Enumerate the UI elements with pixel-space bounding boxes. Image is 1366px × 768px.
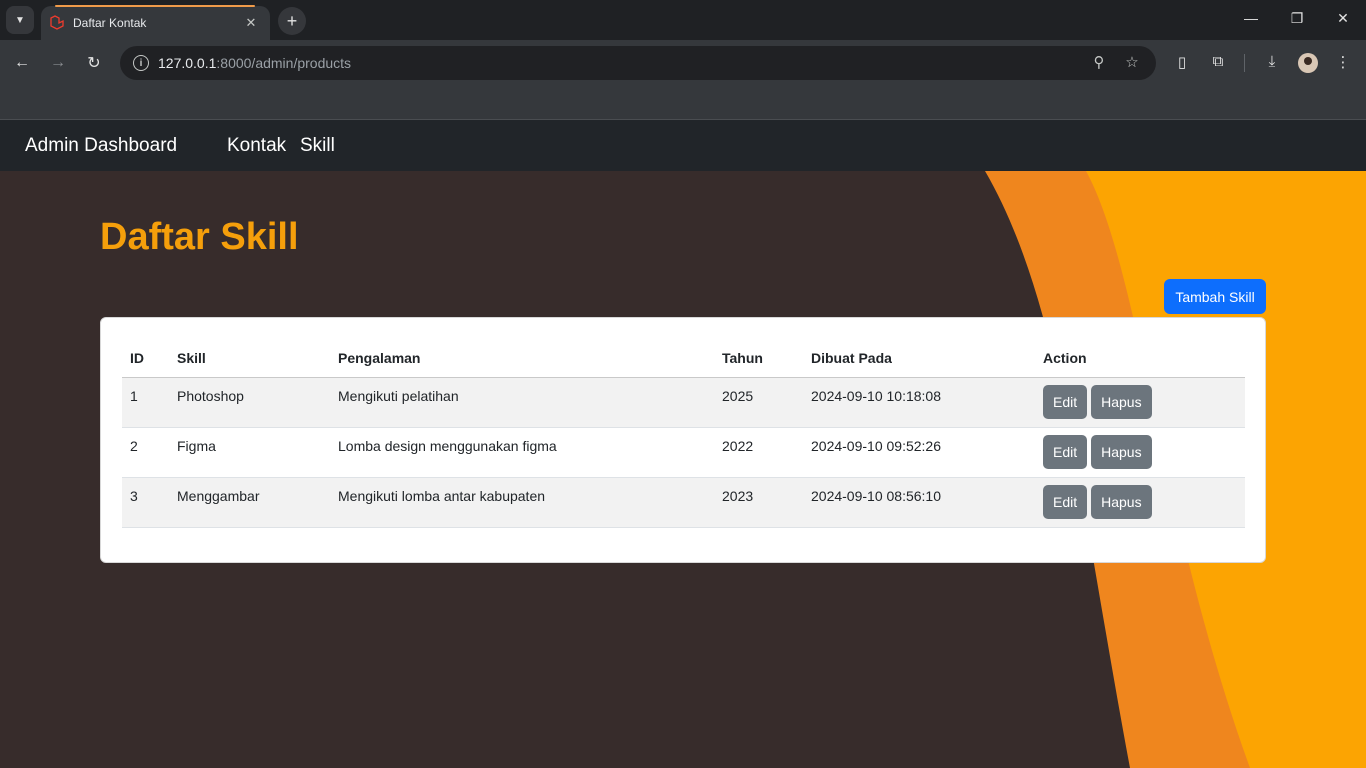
- cell-skill: Figma: [169, 427, 330, 478]
- cell-id: 3: [122, 477, 169, 528]
- tab-accent: [55, 5, 255, 7]
- top-navbar: Admin Dashboard Kontak Skill: [0, 120, 1366, 171]
- cell-id: 2: [122, 427, 169, 478]
- profile-avatar[interactable]: [1298, 53, 1318, 73]
- tab-search-icon[interactable]: ▼: [6, 6, 34, 34]
- header-pengalaman: Pengalaman: [330, 339, 714, 378]
- skills-card: ID Skill Pengalaman Tahun Dibuat Pada Ac…: [100, 317, 1266, 563]
- cell-dibuat-pada: 2024-09-10 09:52:26: [803, 427, 1035, 478]
- cell-pengalaman: Lomba design menggunakan figma: [330, 427, 714, 478]
- delete-button[interactable]: Hapus: [1091, 434, 1152, 469]
- table-row: 2 Figma Lomba design menggunakan figma 2…: [122, 427, 1245, 478]
- cell-skill: Photoshop: [169, 377, 330, 428]
- cell-tahun: 2022: [714, 427, 803, 478]
- extensions-icon[interactable]: ⧉: [1207, 53, 1229, 70]
- header-action: Action: [1035, 339, 1245, 378]
- edit-button[interactable]: Edit: [1043, 434, 1088, 469]
- tab-close-icon[interactable]: ✕: [242, 15, 260, 31]
- cell-action: Edit Hapus: [1035, 427, 1245, 478]
- cell-skill: Menggambar: [169, 477, 330, 528]
- browser-tab[interactable]: Daftar Kontak ✕: [41, 6, 270, 40]
- site-info-icon[interactable]: i: [133, 55, 149, 71]
- new-tab-icon[interactable]: +: [278, 7, 306, 35]
- skills-table: ID Skill Pengalaman Tahun Dibuat Pada Ac…: [122, 339, 1245, 528]
- clipboard-extension-icon[interactable]: ▯: [1171, 53, 1193, 71]
- cell-id: 1: [122, 377, 169, 428]
- url-host: 127.0.0.1: [158, 55, 217, 71]
- header-tahun: Tahun: [714, 339, 803, 378]
- cell-pengalaman: Mengikuti pelatihan: [330, 377, 714, 428]
- url-path: :8000/admin/products: [216, 55, 352, 71]
- menu-icon[interactable]: ⋮: [1332, 53, 1354, 71]
- cell-dibuat-pada: 2024-09-10 10:18:08: [803, 377, 1035, 428]
- add-skill-button[interactable]: Tambah Skill: [1164, 279, 1266, 314]
- zoom-icon[interactable]: ⚲: [1089, 53, 1109, 71]
- back-icon[interactable]: ←: [12, 53, 32, 73]
- laravel-icon: [50, 15, 64, 30]
- page: Admin Dashboard Kontak Skill Daftar Skil…: [0, 120, 1366, 768]
- bookmarks-bar: [0, 86, 1366, 120]
- browser-tabstrip: ▼ Daftar Kontak ✕ + — ❐ ✕: [0, 0, 1366, 40]
- address-bar[interactable]: i 127.0.0.1:8000/admin/products ⚲ ☆: [120, 46, 1156, 80]
- table-header-row: ID Skill Pengalaman Tahun Dibuat Pada Ac…: [122, 339, 1245, 378]
- table-row: 3 Menggambar Mengikuti lomba antar kabup…: [122, 477, 1245, 528]
- edit-button[interactable]: Edit: [1043, 484, 1088, 519]
- toolbar-divider: [1244, 54, 1245, 72]
- cell-dibuat-pada: 2024-09-10 08:56:10: [803, 477, 1035, 528]
- cell-action: Edit Hapus: [1035, 477, 1245, 528]
- cell-tahun: 2025: [714, 377, 803, 428]
- header-id: ID: [122, 339, 169, 378]
- forward-icon[interactable]: →: [48, 53, 68, 73]
- url-text[interactable]: 127.0.0.1:8000/admin/products: [158, 55, 351, 71]
- delete-button[interactable]: Hapus: [1091, 384, 1152, 419]
- delete-button[interactable]: Hapus: [1091, 484, 1152, 519]
- close-window-icon[interactable]: ✕: [1333, 10, 1353, 27]
- brand-link[interactable]: Admin Dashboard: [25, 135, 177, 157]
- reload-icon[interactable]: ↻: [84, 53, 104, 73]
- cell-pengalaman: Mengikuti lomba antar kabupaten: [330, 477, 714, 528]
- page-title: Daftar Skill: [100, 216, 299, 258]
- cell-action: Edit Hapus: [1035, 377, 1245, 428]
- bookmark-star-icon[interactable]: ☆: [1122, 53, 1142, 71]
- cell-tahun: 2023: [714, 477, 803, 528]
- header-skill: Skill: [169, 339, 330, 378]
- restore-icon[interactable]: ❐: [1287, 10, 1307, 27]
- minimize-icon[interactable]: —: [1241, 10, 1261, 26]
- table-row: 1 Photoshop Mengikuti pelatihan 2025 202…: [122, 377, 1245, 428]
- nav-link-skill[interactable]: Skill: [300, 135, 335, 157]
- edit-button[interactable]: Edit: [1043, 384, 1088, 419]
- download-icon[interactable]: ⤓: [1261, 53, 1283, 70]
- tab-title: Daftar Kontak: [73, 16, 147, 30]
- nav-link-kontak[interactable]: Kontak: [227, 135, 286, 157]
- header-dibuat-pada: Dibuat Pada: [803, 339, 1035, 378]
